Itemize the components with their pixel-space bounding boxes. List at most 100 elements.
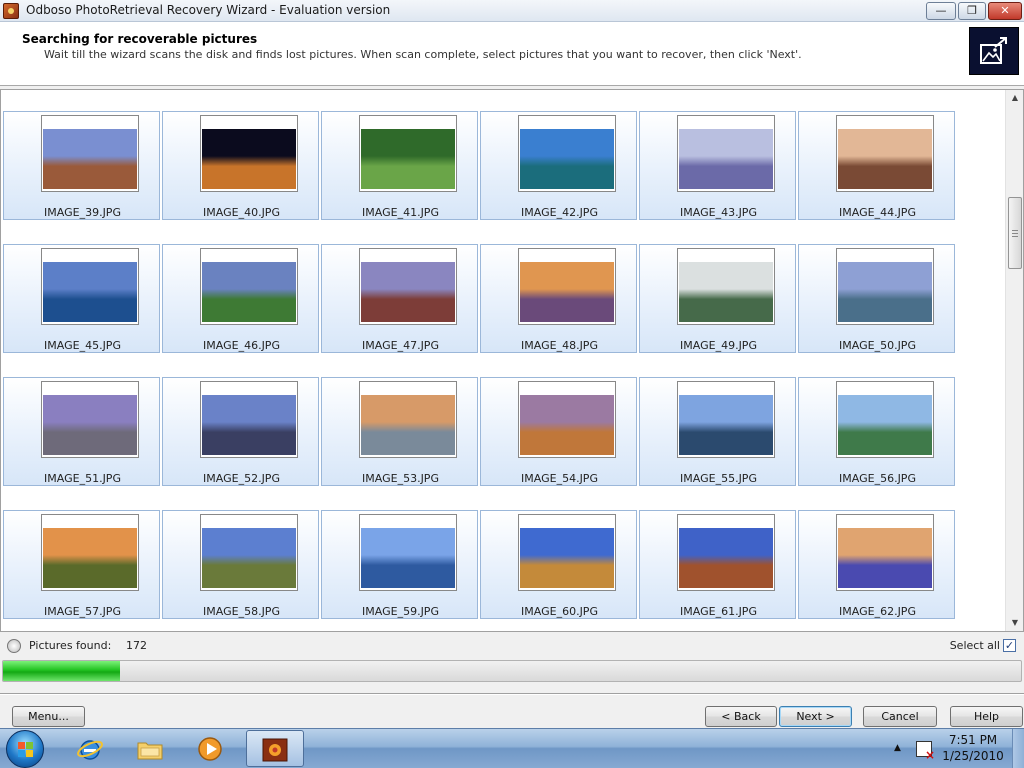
scroll-thumb[interactable] <box>1008 197 1022 269</box>
help-button[interactable]: Help <box>950 706 1023 727</box>
thumbnail-image <box>202 395 296 455</box>
thumbnail-image <box>202 129 296 189</box>
thumbnail-filename: IMAGE_47.JPG <box>362 339 439 352</box>
thumbnail-frame <box>836 115 934 192</box>
scroll-up-button[interactable]: ▲ <box>1006 90 1023 106</box>
thumbnail-image <box>838 262 932 322</box>
select-all-label[interactable]: Select all <box>944 639 1000 652</box>
picture-thumbnail[interactable]: IMAGE_62.JPG <box>798 510 955 619</box>
photo-export-icon <box>969 27 1019 75</box>
picture-thumbnail[interactable]: IMAGE_39.JPG <box>3 111 160 220</box>
thumbnail-frame <box>359 248 457 325</box>
vertical-scrollbar[interactable]: ▲ ▼ <box>1005 90 1023 631</box>
thumbnail-filename: IMAGE_58.JPG <box>203 605 280 618</box>
picture-thumbnail[interactable]: IMAGE_49.JPG <box>639 244 796 353</box>
action-center-icon[interactable] <box>916 741 935 762</box>
thumbnail-image <box>43 262 137 322</box>
app-icon[interactable] <box>3 3 19 19</box>
picture-thumbnail[interactable]: IMAGE_45.JPG <box>3 244 160 353</box>
thumbnail-filename: IMAGE_45.JPG <box>44 339 121 352</box>
taskbar-photoretrieval[interactable] <box>246 730 304 767</box>
menu-button[interactable]: Menu... <box>12 706 85 727</box>
picture-thumbnail[interactable]: IMAGE_54.JPG <box>480 377 637 486</box>
picture-thumbnail[interactable]: IMAGE_47.JPG <box>321 244 478 353</box>
thumbnail-frame <box>518 248 616 325</box>
start-button[interactable] <box>6 730 44 768</box>
thumbnail-filename: IMAGE_52.JPG <box>203 472 280 485</box>
thumbnail-filename: IMAGE_44.JPG <box>839 206 916 219</box>
picture-thumbnail[interactable]: IMAGE_43.JPG <box>639 111 796 220</box>
next-button[interactable]: Next > <box>779 706 852 727</box>
thumbnail-filename: IMAGE_49.JPG <box>680 339 757 352</box>
wizard-header: Searching for recoverable pictures Wait … <box>0 22 1024 86</box>
picture-thumbnail[interactable]: IMAGE_41.JPG <box>321 111 478 220</box>
picture-thumbnail[interactable]: IMAGE_50.JPG <box>798 244 955 353</box>
picture-thumbnail[interactable]: IMAGE_53.JPG <box>321 377 478 486</box>
picture-thumbnail[interactable]: IMAGE_59.JPG <box>321 510 478 619</box>
thumbnail-filename: IMAGE_41.JPG <box>362 206 439 219</box>
picture-thumbnail[interactable]: IMAGE_60.JPG <box>480 510 637 619</box>
back-button[interactable]: < Back <box>705 706 777 727</box>
show-hidden-icons-arrow[interactable]: ▲ <box>894 743 901 753</box>
picture-thumbnail[interactable]: IMAGE_58.JPG <box>162 510 319 619</box>
picture-thumbnail[interactable]: IMAGE_48.JPG <box>480 244 637 353</box>
close-button[interactable]: ✕ <box>988 2 1022 20</box>
picture-thumbnail[interactable]: IMAGE_51.JPG <box>3 377 160 486</box>
clock-date[interactable]: 1/25/2010 <box>940 749 1006 763</box>
clock-time[interactable]: 7:51 PM <box>940 733 1006 747</box>
photoretrieval-app-icon <box>262 738 288 762</box>
search-status-icon <box>7 639 21 653</box>
thumbnail-frame <box>677 248 775 325</box>
thumbnail-image <box>520 395 614 455</box>
thumbnail-image <box>43 528 137 588</box>
taskbar-media-player[interactable] <box>182 730 238 767</box>
picture-thumbnail[interactable]: IMAGE_56.JPG <box>798 377 955 486</box>
thumbnail-image <box>43 395 137 455</box>
system-tray: ▲ 7:51 PM 1/25/2010 <box>884 729 1024 768</box>
thumbnail-frame <box>200 514 298 591</box>
thumbnail-frame <box>41 248 139 325</box>
thumbnail-frame <box>200 381 298 458</box>
thumbnail-image <box>520 262 614 322</box>
maximize-button[interactable]: ❐ <box>958 2 986 20</box>
thumbnail-image <box>679 395 773 455</box>
picture-thumbnail[interactable]: IMAGE_42.JPG <box>480 111 637 220</box>
thumbnail-frame <box>200 248 298 325</box>
select-all-checkbox[interactable]: ✓ <box>1003 639 1016 652</box>
picture-thumbnail[interactable]: IMAGE_44.JPG <box>798 111 955 220</box>
thumbnail-image <box>361 129 455 189</box>
taskbar-internet-explorer[interactable] <box>62 730 118 767</box>
pictures-found-count: 172 <box>126 639 147 652</box>
picture-gallery[interactable]: IMAGE_39.JPG IMAGE_40.JPG IMAGE_41.JPG IMAG… <box>0 89 1024 632</box>
taskbar-file-explorer[interactable] <box>122 730 178 767</box>
thumbnail-frame <box>41 115 139 192</box>
thumbnail-filename: IMAGE_50.JPG <box>839 339 916 352</box>
picture-thumbnail[interactable]: IMAGE_40.JPG <box>162 111 319 220</box>
minimize-button[interactable]: — <box>926 2 956 20</box>
thumbnail-frame <box>518 115 616 192</box>
thumbnail-frame <box>836 248 934 325</box>
thumbnail-image <box>202 262 296 322</box>
thumbnail-frame <box>41 381 139 458</box>
cancel-button[interactable]: Cancel <box>863 706 937 727</box>
picture-thumbnail[interactable]: IMAGE_52.JPG <box>162 377 319 486</box>
picture-thumbnail[interactable]: IMAGE_55.JPG <box>639 377 796 486</box>
thumbnail-frame <box>677 381 775 458</box>
taskbar: ▲ 7:51 PM 1/25/2010 <box>0 728 1024 768</box>
thumbnail-image <box>679 262 773 322</box>
thumbnail-image <box>838 129 932 189</box>
thumbnail-image <box>202 528 296 588</box>
scan-progress-bar <box>2 660 1022 682</box>
thumbnail-image <box>679 129 773 189</box>
thumbnail-frame <box>677 514 775 591</box>
scroll-down-button[interactable]: ▼ <box>1006 615 1023 631</box>
thumbnail-frame <box>518 381 616 458</box>
picture-thumbnail[interactable]: IMAGE_57.JPG <box>3 510 160 619</box>
thumbnail-image <box>361 262 455 322</box>
thumbnail-frame <box>359 514 457 591</box>
picture-thumbnail[interactable]: IMAGE_46.JPG <box>162 244 319 353</box>
picture-thumbnail[interactable]: IMAGE_61.JPG <box>639 510 796 619</box>
thumbnail-image <box>838 528 932 588</box>
thumbnail-filename: IMAGE_51.JPG <box>44 472 121 485</box>
show-desktop-button[interactable] <box>1012 729 1024 768</box>
